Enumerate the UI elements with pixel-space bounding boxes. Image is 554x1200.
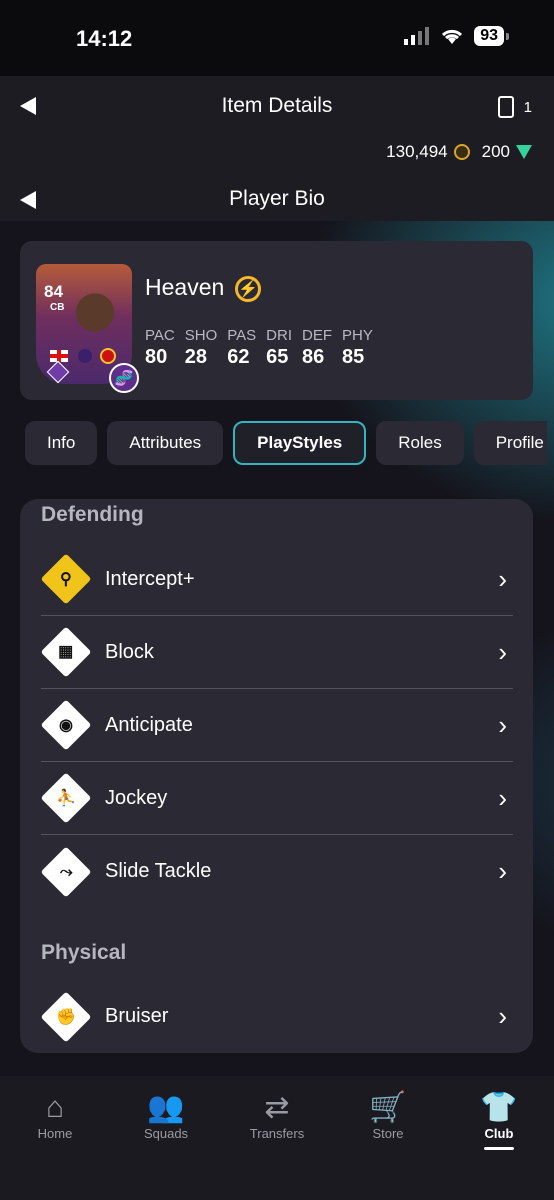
chevron-right-icon: › [498,709,507,740]
stat-label: PHY [342,327,373,344]
tab-profile[interactable]: Profile [473,421,547,465]
playstyle-row-anticipate[interactable]: ◉ Anticipate › [40,689,513,762]
bruiser-icon: ✊ [40,991,92,1042]
club-shirt-icon: 👕 [480,1091,518,1124]
playstyle-row-slide-tackle[interactable]: ⤳ Slide Tackle › [40,835,513,908]
nav-label: Transfers [249,1126,305,1141]
coin-icon [453,144,470,160]
playstyle-label: Bruiser [105,1005,169,1027]
nav-label: Home [37,1126,73,1141]
sub-title: Player Bio [229,187,325,210]
points-icon [516,145,532,159]
bottom-nav: ⌂ Home 👥 Squads ⇄ Transfers 🛒 Store 👕 Cl… [0,1076,554,1200]
stat-label: DRI [266,327,292,344]
player-card[interactable]: 84 CB 🧬 Heaven ⚡ PAC 80 SHO 28 PAS 62 DR… [20,241,533,400]
coins-value: 130,494 [386,142,448,161]
player-stats: PAC 80 SHO 28 PAS 62 DRI 65 DEF 86 PHY 8… [145,327,373,369]
playstyle-row-jockey[interactable]: ⛹ Jockey › [40,762,513,835]
chevron-right-icon: › [498,1001,507,1031]
card-count[interactable]: 1 [497,96,532,118]
block-icon: ▦ [40,626,92,678]
home-icon: ⌂ [45,1091,65,1124]
battery-indicator: 93 [474,26,509,46]
status-time: 14:12 [76,26,133,51]
chevron-right-icon: › [498,782,507,813]
nav-label: Store [372,1126,404,1141]
transfers-icon: ⇄ [264,1091,290,1124]
currency-bar: 130,494 200 [386,142,532,162]
status-bar: 14:12 93 [0,0,554,76]
chevron-right-icon: › [498,636,507,667]
tab-bar: Info Attributes PlayStyles Roles Profile [25,421,547,465]
tab-playstyles[interactable]: PlayStyles [233,421,367,465]
stat-label: PAC [145,327,175,344]
playstyles-panel: Defending ⚲ Intercept+ › ▦ Block › ◉ Ant… [20,499,533,1053]
nav-home[interactable]: ⌂ Home [0,1090,110,1141]
nav-active-indicator [484,1147,514,1150]
england-flag-icon [50,350,68,362]
tab-attributes[interactable]: Attributes [107,421,224,465]
stat-pas: PAS 62 [227,327,256,369]
stat-pac: PAC 80 [145,327,175,369]
intercept-icon: ⚲ [40,553,92,605]
card-position: CB [50,302,65,313]
playstyle-row-intercept[interactable]: ⚲ Intercept+ › [40,543,513,616]
playstyle-label: Block [105,640,154,663]
slide-tackle-icon: ⤳ [40,846,92,897]
status-icons: 93 [404,26,509,46]
playstyle-label: Jockey [105,786,168,809]
section-title-defending: Defending [41,503,144,526]
nav-club[interactable]: 👕 Club [444,1090,554,1150]
stat-value: 85 [342,346,365,368]
section-title-physical: Physical [41,941,127,964]
tab-info[interactable]: Info [25,421,98,465]
stat-label: DEF [302,327,332,344]
playstyle-label: Anticipate [105,713,193,736]
chevron-right-icon: › [498,563,507,594]
stat-label: SHO [184,327,218,344]
playstyle-label: Slide Tackle [105,860,212,882]
stat-value: 62 [227,346,250,368]
stat-value: 86 [302,346,325,368]
main-content: 84 CB 🧬 Heaven ⚡ PAC 80 SHO 28 PAS 62 DR… [0,221,554,1076]
stat-label: PAS [227,327,257,344]
card-rating: 84 [44,282,63,301]
stat-sho: SHO 28 [185,327,218,369]
squads-icon: 👥 [147,1091,185,1124]
stat-dri: DRI 65 [266,327,292,369]
stat-def: DEF 86 [302,327,332,369]
playstyle-label: Intercept+ [105,567,195,590]
nav-squads[interactable]: 👥 Squads [111,1090,221,1141]
page-title: Item Details [221,94,333,117]
jockey-icon: ⛹ [40,772,92,824]
stat-value: 65 [266,346,289,368]
player-name: Heaven [145,274,225,300]
club-crest-icon [100,348,116,364]
evolution-diamond-icon [46,360,70,384]
playstyle-row-block[interactable]: ▦ Block › [40,616,513,689]
card-icon [497,96,514,118]
nav-label: Squads [143,1126,189,1141]
points-value: 200 [481,142,510,161]
stat-phy: PHY 85 [342,327,373,369]
evolution-icon: ⚡ [235,276,261,302]
tab-roles[interactable]: Roles [376,421,464,465]
chevron-right-icon: › [498,856,507,886]
league-icon [78,349,92,363]
nav-transfers[interactable]: ⇄ Transfers [222,1090,332,1141]
signal-icon [404,27,430,45]
cart-icon: 🛒 [369,1091,407,1124]
card-count-value: 1 [523,98,532,116]
player-portrait [70,290,120,346]
stat-value: 80 [145,346,168,368]
anticipate-icon: ◉ [40,699,92,751]
wifi-icon [442,29,463,44]
stat-value: 28 [184,346,207,368]
dna-icon: 🧬 [109,363,139,393]
nav-label: Club [484,1126,514,1141]
playstyle-row-bruiser[interactable]: ✊ Bruiser › [40,980,513,1053]
nav-store[interactable]: 🛒 Store [333,1090,443,1141]
